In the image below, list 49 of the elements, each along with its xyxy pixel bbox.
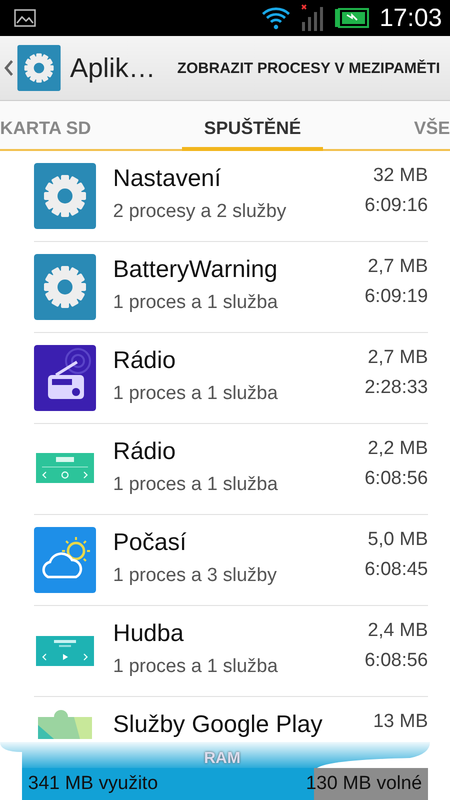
app-name: Nastavení (113, 165, 222, 193)
app-name: Hudba (113, 620, 185, 648)
memory-size: 2,4 MB (368, 620, 428, 642)
back-button[interactable] (4, 45, 62, 91)
signal-icon (301, 4, 326, 32)
process-row[interactable]: Nastavení 2 procesy a 2 služby 32 MB 6:09:16 (34, 151, 428, 242)
run-time: 2:28:33 (364, 377, 428, 399)
process-row[interactable]: Počasí 1 proces a 3 služby 5,0 MB 6:08:45 (34, 515, 428, 606)
process-count: 1 proces a 1 služba (113, 292, 279, 314)
tab[interactable]: SPUŠTĚNÉ (182, 101, 323, 151)
process-row[interactable]: BatteryWarning 1 proces a 1 služba 2,7 MB 6:09:19 (34, 242, 428, 333)
memory-size: 2,2 MB (368, 438, 428, 460)
run-time: 6:09:16 (364, 195, 428, 217)
process-row[interactable]: Rádio 1 proces a 1 služba 2,2 MB 6:08:56 (34, 424, 428, 515)
process-count: 1 proces a 1 služba (113, 656, 279, 678)
app-name: Rádio (113, 347, 177, 375)
process-row[interactable]: Rádio 1 proces a 1 služba 2,7 MB 2:28:33 (34, 333, 428, 424)
used-memory: 341 MB využito (27, 773, 159, 795)
gear-icon (34, 254, 96, 320)
memory-size: 2,7 MB (368, 347, 428, 369)
back-icon (4, 58, 14, 78)
image-icon (14, 9, 36, 27)
process-count: 1 proces a 1 služba (113, 383, 279, 405)
run-time: 6:08:56 (364, 468, 428, 490)
run-time: 6:08:45 (364, 559, 428, 581)
wifi-icon (261, 6, 292, 30)
run-time: 6:08:56 (364, 650, 428, 672)
app-name: Rádio (113, 438, 177, 466)
weather-icon (34, 527, 96, 593)
process-count: 2 procesy a 2 služby (113, 201, 288, 223)
gear-icon (34, 163, 96, 229)
app-name: BatteryWarning (113, 256, 279, 284)
memory-size: 2,7 MB (368, 256, 428, 278)
clock-time: 17:03 (379, 4, 442, 32)
process-count: 1 proces a 3 služby (113, 565, 278, 587)
gear-icon (16, 45, 62, 91)
ram-label: RAM (204, 750, 240, 768)
app-title: Aplik… (70, 52, 156, 84)
show-cached-button[interactable]: ZOBRAZIT PROCESY V MEZIPAMĚTI (177, 60, 440, 76)
memory-size: 13 MB (373, 711, 428, 733)
process-count: 1 proces a 1 služba (113, 474, 279, 496)
app-name: Služby Google Play (113, 711, 324, 739)
memory-size: 32 MB (373, 165, 428, 187)
process-row[interactable]: Hudba 1 proces a 1 služba 2,4 MB 6:08:56 (34, 606, 428, 697)
radio-icon (34, 345, 96, 411)
battery-icon (335, 8, 370, 28)
run-time: 6:09:19 (364, 286, 428, 308)
app-name: Počasí (113, 529, 188, 557)
memory-size: 5,0 MB (368, 529, 428, 551)
